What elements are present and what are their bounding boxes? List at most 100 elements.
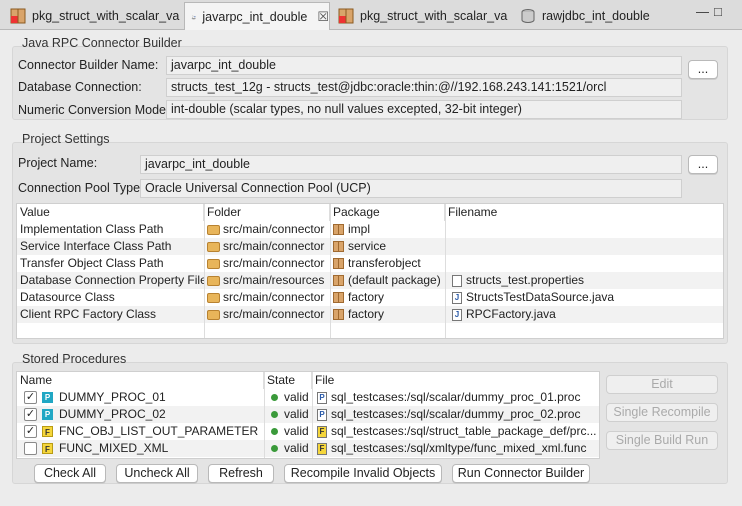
builder-browse-button[interactable]: ... xyxy=(688,60,718,79)
procedure-checkbox[interactable] xyxy=(24,442,37,455)
value-cell: Implementation Class Path xyxy=(20,222,164,236)
procedure-row[interactable]: F FUNC_MIXED_XML valid Fsql_testcases:/sq… xyxy=(17,440,599,457)
value-cell: Datasource Class xyxy=(20,290,115,304)
folder-icon xyxy=(207,292,220,303)
table-row[interactable]: Client RPC Factory Class src/main/connec… xyxy=(17,306,723,323)
folder-cell: src/main/resources xyxy=(204,272,330,289)
recompile-invalid-objects-button[interactable]: Recompile Invalid Objects xyxy=(284,464,442,483)
procedure-row[interactable]: ✓ P DUMMY_PROC_01 valid Psql_testcases:/s… xyxy=(17,389,599,406)
check-cell xyxy=(17,440,39,457)
package-cell: factory xyxy=(330,306,445,323)
valid-status-icon xyxy=(271,428,278,435)
procedure-checkbox[interactable]: ✓ xyxy=(24,408,37,421)
maximize-button[interactable]: □ xyxy=(714,4,722,19)
package-cell: (default package) xyxy=(330,272,445,289)
package-cell: service xyxy=(330,238,445,255)
column-header-name[interactable]: Name xyxy=(17,372,264,389)
filename-cell: J StructsTestDataSource.java xyxy=(449,289,719,306)
procedure-row[interactable]: ✓ F FNC_OBJ_LIST_OUT_PARAMETER valid Fsql… xyxy=(17,423,599,440)
package-cell: factory xyxy=(330,289,445,306)
check-cell: ✓ xyxy=(17,423,39,440)
package-icon xyxy=(333,258,344,269)
table-row[interactable]: Transfer Object Class Path src/main/conn… xyxy=(17,255,723,272)
state-cell: valid xyxy=(268,406,312,423)
close-icon[interactable]: ☒ xyxy=(317,9,329,25)
folder-cell: src/main/connector xyxy=(204,238,330,255)
procedure-checkbox[interactable]: ✓ xyxy=(24,391,37,404)
function-file-icon: F xyxy=(317,442,327,455)
column-header-package[interactable]: Package xyxy=(330,204,445,221)
project-name-field[interactable]: javarpc_int_double xyxy=(140,155,682,174)
valid-status-icon xyxy=(271,445,278,452)
folder-cell: src/main/connector xyxy=(204,289,330,306)
state-cell: valid xyxy=(268,423,312,440)
refresh-button[interactable]: Refresh xyxy=(208,464,274,483)
procedure-checkbox[interactable]: ✓ xyxy=(24,425,37,438)
procedure-row[interactable]: ✓ P DUMMY_PROC_02 valid Psql_testcases:/s… xyxy=(17,406,599,423)
check-cell: ✓ xyxy=(17,389,39,406)
value-cell: Service Interface Class Path xyxy=(20,239,172,253)
properties-file-icon xyxy=(452,274,462,287)
minimize-button[interactable]: — xyxy=(696,4,709,19)
procedure-icon: P xyxy=(42,392,53,403)
check-cell: ✓ xyxy=(17,406,39,423)
function-icon: F xyxy=(42,443,53,454)
folder-icon xyxy=(207,309,220,320)
function-file-icon: F xyxy=(317,425,327,438)
valid-status-icon xyxy=(271,394,278,401)
builder-name-label: Connector Builder Name: xyxy=(18,58,159,72)
builder-name-field[interactable]: javarpc_int_double xyxy=(166,56,682,75)
connector-builder-editor: Java RPC Connector Builder Connector Bui… xyxy=(0,30,742,506)
state-cell: valid xyxy=(268,440,312,457)
java-file-icon: J xyxy=(452,291,462,304)
column-header-value[interactable]: Value xyxy=(17,204,204,221)
tab-label: pkg_struct_with_scalar_va xyxy=(32,8,180,23)
edit-button[interactable]: Edit xyxy=(606,375,718,394)
column-header-file[interactable]: File xyxy=(312,372,599,389)
valid-status-icon xyxy=(271,411,278,418)
value-cell: Client RPC Factory Class xyxy=(20,307,157,321)
uncheck-all-button[interactable]: Uncheck All xyxy=(116,464,198,483)
stored-procedures-table: Name State File ✓ P DUMMY_PROC_01 valid P… xyxy=(16,371,600,459)
package-icon xyxy=(333,292,344,303)
procedure-name-cell: P DUMMY_PROC_02 xyxy=(39,406,264,423)
single-recompile-button[interactable]: Single Recompile xyxy=(606,403,718,422)
check-all-button[interactable]: Check All xyxy=(34,464,106,483)
column-divider xyxy=(445,204,446,338)
column-header-state[interactable]: State xyxy=(264,372,312,389)
table-row[interactable]: Implementation Class Path src/main/conne… xyxy=(17,221,723,238)
project-name-label: Project Name: xyxy=(18,156,98,170)
file-cell: Psql_testcases:/sql/scalar/dummy_proc_01… xyxy=(314,389,599,406)
numeric-conversion-label: Numeric Conversion Model: xyxy=(18,103,173,117)
tab-label: rawjdbc_int_double xyxy=(542,8,650,23)
file-cell: Psql_testcases:/sql/scalar/dummy_proc_02… xyxy=(314,406,599,423)
tab-pkg-struct-2[interactable]: pkg_struct_with_scalar_va xyxy=(332,2,512,29)
database-connection-label: Database Connection: xyxy=(18,80,142,94)
numeric-conversion-field[interactable]: int-double (scalar types, no null values… xyxy=(166,100,682,119)
package-icon xyxy=(333,275,344,286)
package-cell: transferobject xyxy=(330,255,445,272)
tab-rawjdbc-int-double[interactable]: rawjdbc_int_double xyxy=(514,2,674,29)
column-header-folder[interactable]: Folder xyxy=(204,204,330,221)
single-build-run-button[interactable]: Single Build Run xyxy=(606,431,718,450)
table-row[interactable]: Datasource Class src/main/connector fact… xyxy=(17,289,723,306)
project-settings-title: Project Settings xyxy=(22,132,110,146)
table-row[interactable]: Service Interface Class Path src/main/co… xyxy=(17,238,723,255)
file-cell: Fsql_testcases:/sql/xmltype/func_mixed_x… xyxy=(314,440,599,457)
tab-javarpc-int-double[interactable]: javarpc_int_double ☒ xyxy=(184,2,330,31)
file-cell: Fsql_testcases:/sql/struct_table_package… xyxy=(314,423,599,440)
procedure-icon: P xyxy=(42,409,53,420)
procedure-name-cell: F FUNC_MIXED_XML xyxy=(39,440,264,457)
tab-label: pkg_struct_with_scalar_va xyxy=(360,8,508,23)
table-row[interactable]: Database Connection Property File src/ma… xyxy=(17,272,723,289)
tab-pkg-struct-1[interactable]: pkg_struct_with_scalar_va xyxy=(4,2,184,29)
column-header-filename[interactable]: Filename xyxy=(445,204,723,221)
project-browse-button[interactable]: ... xyxy=(688,155,718,174)
database-connection-field[interactable]: structs_test_12g - structs_test@jdbc:ora… xyxy=(166,78,682,97)
connection-pool-field[interactable]: Oracle Universal Connection Pool (UCP) xyxy=(140,179,682,198)
column-divider xyxy=(330,204,331,338)
run-connector-builder-button[interactable]: Run Connector Builder xyxy=(452,464,590,483)
database-icon xyxy=(521,8,535,23)
package-icon xyxy=(333,241,344,252)
procedure-name-cell: P DUMMY_PROC_01 xyxy=(39,389,264,406)
